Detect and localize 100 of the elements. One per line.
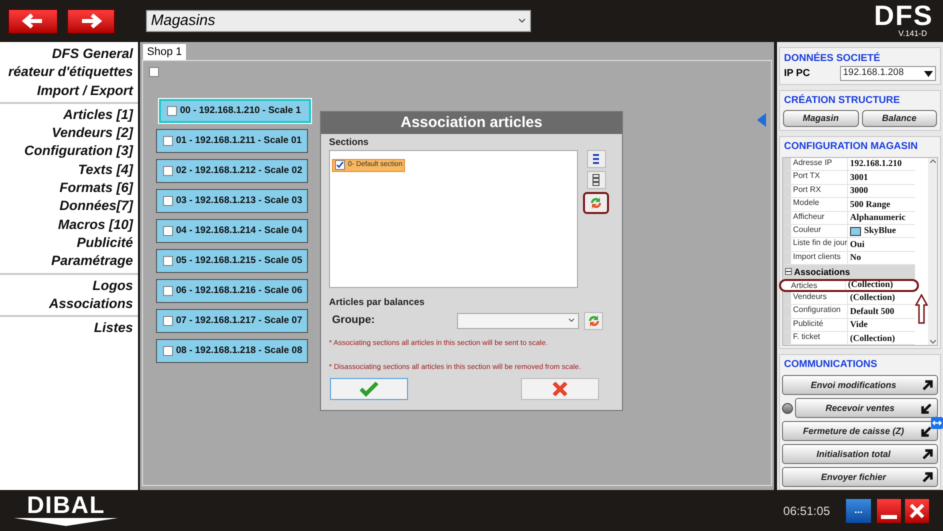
scale-card[interactable]: 05 - 192.168.1.215 - Scale 05 bbox=[156, 249, 308, 273]
property-label: Port RX bbox=[791, 184, 848, 198]
close-button[interactable] bbox=[905, 498, 929, 522]
checkbox[interactable] bbox=[149, 67, 159, 77]
property-label: Publicité bbox=[791, 318, 848, 332]
panel-title: CONFIGURATION MAGASIN bbox=[783, 140, 919, 154]
empty-list-icon bbox=[592, 174, 600, 186]
structure-button[interactable]: Balance bbox=[862, 110, 937, 127]
checklist-icon bbox=[592, 153, 600, 166]
panel-title: CRÉATION STRUCTURE bbox=[783, 93, 901, 108]
group-select[interactable] bbox=[457, 312, 579, 328]
property-value: 192.168.1.210 bbox=[850, 158, 902, 170]
property-label: Port TX bbox=[791, 171, 848, 184]
check-all-button[interactable] bbox=[586, 150, 606, 168]
sidebar-item[interactable]: Macros [10] bbox=[58, 216, 133, 234]
checkbox[interactable] bbox=[167, 106, 177, 116]
checkbox[interactable] bbox=[163, 226, 173, 236]
property-row[interactable]: Adresse IP 192.168.1.210 bbox=[783, 158, 915, 172]
version-label: V.141-D bbox=[898, 29, 928, 39]
arrow-left-icon bbox=[22, 13, 44, 29]
sidebar-item[interactable]: Paramétrage bbox=[51, 252, 133, 271]
panel-title: COMMUNICATIONS bbox=[783, 358, 878, 372]
uncheck-all-button[interactable] bbox=[586, 171, 606, 190]
property-row[interactable]: F. ticket (Collection) bbox=[783, 332, 915, 346]
communication-button[interactable]: Envoi modifications bbox=[782, 375, 938, 396]
sidebar-item[interactable]: Import / Export bbox=[36, 82, 133, 100]
property-label: Configuration bbox=[791, 305, 848, 318]
ip-select[interactable]: 192.168.1.208 bbox=[840, 66, 936, 81]
checkbox[interactable] bbox=[163, 316, 173, 326]
scale-card[interactable]: 00 - 192.168.1.210 - Scale 1 bbox=[159, 99, 311, 123]
checkbox[interactable] bbox=[163, 136, 173, 146]
sidebar-item[interactable]: Publicité bbox=[76, 234, 133, 252]
checkbox[interactable] bbox=[163, 346, 173, 356]
collapse-toggle-icon[interactable] bbox=[785, 268, 792, 276]
sidebar-item[interactable]: Vendeurs [2] bbox=[52, 124, 133, 142]
scroll-up-icon[interactable] bbox=[930, 159, 936, 163]
app-logo: DFS bbox=[874, 3, 933, 29]
group-refresh-button[interactable] bbox=[584, 312, 603, 330]
scale-card[interactable]: 08 - 192.168.1.218 - Scale 08 bbox=[156, 339, 308, 363]
checkbox[interactable] bbox=[163, 166, 173, 176]
scale-label: 03 - 192.168.1.213 - Scale 03 bbox=[176, 194, 302, 208]
sidebar-item[interactable]: DFS General bbox=[52, 45, 133, 64]
sidebar-item[interactable]: Listes bbox=[94, 319, 133, 338]
property-row[interactable]: Liste fin de jour Oui bbox=[783, 238, 915, 252]
checkmark-icon bbox=[359, 380, 379, 396]
property-label: Afficheur bbox=[791, 212, 848, 224]
property-label: Vendeurs bbox=[791, 292, 848, 304]
scale-card[interactable]: 04 - 192.168.1.214 - Scale 04 bbox=[156, 219, 308, 243]
checkbox[interactable] bbox=[163, 256, 173, 266]
cancel-button[interactable] bbox=[521, 378, 599, 400]
remote-app-icon bbox=[931, 417, 943, 429]
checkbox[interactable] bbox=[335, 160, 345, 170]
sidebar-item[interactable]: Logos bbox=[92, 276, 133, 295]
more-button[interactable]: ... bbox=[846, 498, 871, 522]
scroll-down-icon[interactable] bbox=[930, 340, 936, 344]
property-value: Default 500 bbox=[850, 305, 894, 318]
scale-card[interactable]: 03 - 192.168.1.213 - Scale 03 bbox=[156, 189, 308, 213]
store-select[interactable]: Magasins bbox=[146, 10, 531, 32]
property-row[interactable]: Modele 500 Range bbox=[783, 198, 915, 212]
sections-label: Sections bbox=[329, 136, 370, 150]
sidebar-item[interactable]: réateur d'étiquettes bbox=[8, 63, 133, 82]
scrollbar[interactable] bbox=[928, 158, 937, 346]
category-row[interactable]: Associations bbox=[783, 265, 915, 279]
collapse-arrow-icon bbox=[757, 113, 766, 127]
refresh-icon bbox=[588, 195, 604, 212]
scale-label: 05 - 192.168.1.215 - Scale 05 bbox=[176, 254, 302, 268]
sidebar-item[interactable]: Associations bbox=[48, 294, 133, 314]
group-label: Groupe: bbox=[332, 313, 376, 328]
communication-button[interactable]: Fermeture de caisse (Z) bbox=[782, 421, 938, 442]
property-value: Alphanumeric bbox=[850, 212, 906, 224]
property-value: 3001 bbox=[850, 171, 868, 184]
sidebar-item[interactable]: Texts [4] bbox=[78, 160, 133, 180]
highlight-outline[interactable]: Articles (Collection) bbox=[779, 278, 919, 292]
scale-card[interactable]: 07 - 192.168.1.217 - Scale 07 bbox=[156, 309, 308, 333]
forward-button[interactable] bbox=[67, 8, 115, 34]
confirm-button[interactable] bbox=[330, 378, 408, 400]
property-row[interactable]: Port RX 3000 bbox=[783, 184, 915, 198]
communication-button[interactable]: Initialisation total bbox=[782, 444, 938, 464]
minimize-button[interactable] bbox=[877, 498, 901, 522]
property-row[interactable]: Couleur SkyBlue bbox=[783, 224, 915, 238]
scale-card[interactable]: 06 - 192.168.1.216 - Scale 06 bbox=[156, 279, 308, 303]
scale-card[interactable]: 02 - 192.168.1.212 - Scale 02 bbox=[156, 159, 308, 183]
property-value: SkyBlue bbox=[864, 224, 896, 238]
communication-button[interactable]: Envoyer fichier bbox=[782, 467, 938, 488]
sidebar-item[interactable]: Articles [1] bbox=[63, 106, 133, 124]
property-label: Articles bbox=[789, 280, 846, 290]
communication-button[interactable]: Recevoir ventes bbox=[795, 398, 938, 418]
tab[interactable]: Shop 1 bbox=[143, 44, 186, 60]
sidebar-item[interactable]: Formats [6] bbox=[59, 179, 133, 198]
balances-label: Articles par balances bbox=[329, 296, 426, 310]
refresh-button[interactable] bbox=[583, 192, 609, 214]
checkbox[interactable] bbox=[163, 286, 173, 296]
checkbox[interactable] bbox=[163, 196, 173, 206]
back-button[interactable] bbox=[8, 8, 58, 34]
sidebar-item[interactable]: Données[7] bbox=[59, 197, 133, 216]
chevron-down-icon bbox=[518, 18, 526, 24]
scale-card[interactable]: 01 - 192.168.1.211 - Scale 01 bbox=[156, 129, 308, 153]
structure-button[interactable]: Magasin bbox=[783, 110, 858, 127]
property-row[interactable]: Port TX 3001 bbox=[783, 171, 915, 185]
sidebar-item[interactable]: Configuration [3] bbox=[24, 142, 133, 161]
